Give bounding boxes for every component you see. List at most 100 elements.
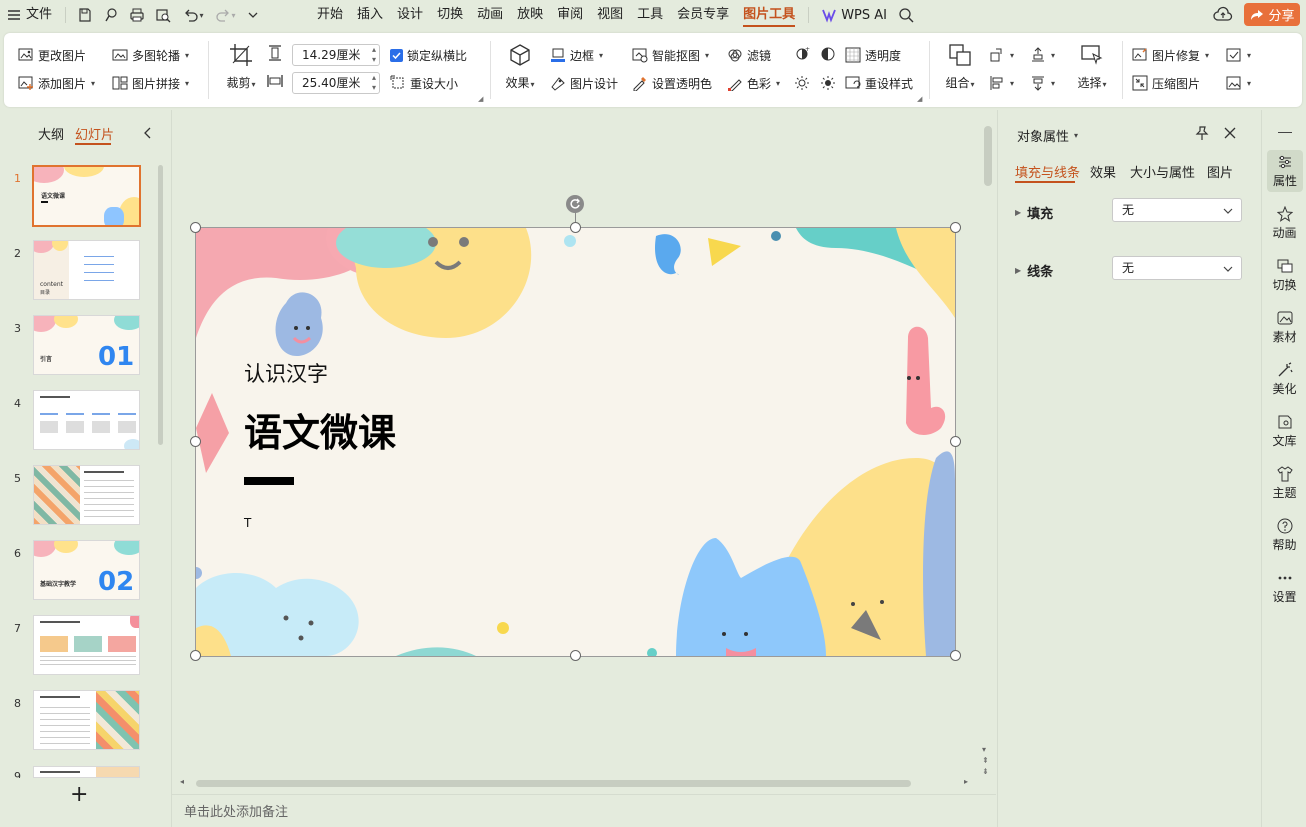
rotate-button[interactable]: ▾ <box>989 44 1014 66</box>
prev-next-slide-icon[interactable]: ▾ ⇞ ⇟ <box>982 744 989 777</box>
style-dialog-launcher-icon[interactable]: ◢ <box>917 95 922 103</box>
dock-settings[interactable]: 设置 <box>1262 570 1306 605</box>
scroll-right-icon[interactable]: ▸ <box>964 777 968 786</box>
line-select[interactable]: 无 <box>1112 256 1242 280</box>
picture-collage-button[interactable]: 图片拼接 ▾ <box>112 72 189 94</box>
add-picture-button[interactable]: 添加图片 ▾ <box>18 72 95 94</box>
size-dialog-launcher-icon[interactable]: ◢ <box>478 95 483 103</box>
format-painter-icon[interactable] <box>98 0 124 30</box>
slide-thumbnail-7[interactable] <box>33 615 140 675</box>
select-button[interactable]: 选择▾ <box>1072 43 1112 91</box>
tab-picture[interactable]: 图片 <box>1207 162 1233 181</box>
brightness-down-icon[interactable] <box>794 75 810 94</box>
slide-thumbnail-8[interactable] <box>33 690 140 750</box>
redo-icon[interactable]: ▾ <box>210 0 240 30</box>
picture-repair-button[interactable]: 图片修复 ▾ <box>1132 44 1209 66</box>
close-pane-icon[interactable] <box>1222 125 1238 144</box>
picture-convert-button[interactable]: ▾ <box>1226 72 1251 94</box>
tab-fill-and-line[interactable]: 填充与线条 <box>1015 162 1080 181</box>
slide-thumbnail-2[interactable]: content 目录 <box>33 240 140 300</box>
slide-thumbnail-3[interactable]: 引言 01 <box>33 315 140 375</box>
tab-animations[interactable]: 动画 <box>470 0 510 30</box>
picture-design-button[interactable]: 图片设计 <box>550 72 618 94</box>
resize-handle-bottom[interactable] <box>570 650 581 661</box>
canvas-vertical-scrollbar[interactable] <box>984 126 992 186</box>
tab-member[interactable]: 会员专享 <box>670 0 736 30</box>
share-button[interactable]: 分享 <box>1244 3 1300 26</box>
collapse-panel-icon[interactable] <box>140 125 156 144</box>
resize-handle-top[interactable] <box>570 222 581 233</box>
line-section-toggle[interactable]: ▶ 线条 <box>1015 261 1053 280</box>
width-input[interactable]: 25.40厘米 ▴ ▾ <box>292 72 380 94</box>
rotate-handle-icon[interactable] <box>566 195 584 213</box>
smart-cutout-button[interactable]: 智能抠图 ▾ <box>632 44 709 66</box>
dock-theme[interactable]: 主题 <box>1262 466 1306 501</box>
save-icon[interactable] <box>72 0 98 30</box>
brightness-up-icon[interactable]: + <box>794 46 810 65</box>
bring-forward-button[interactable]: ▾ <box>1030 44 1055 66</box>
cloud-sync-icon[interactable] <box>1213 5 1233 25</box>
print-preview-icon[interactable] <box>150 0 176 30</box>
wps-ai-button[interactable]: WPS AI <box>815 7 893 23</box>
slide-thumbnail-1[interactable]: 语文微课 <box>32 165 141 227</box>
slide-thumbnail-9[interactable] <box>33 766 140 778</box>
slide-1[interactable]: 认识汉字 语文微课 T <box>196 228 955 656</box>
tab-home[interactable]: 开始 <box>310 0 350 30</box>
minimize-dock-icon[interactable] <box>1278 132 1292 133</box>
notes-area[interactable]: 单击此处添加备注 <box>172 794 996 827</box>
transparency-button[interactable]: 透明度 <box>845 44 901 66</box>
resize-handle-right[interactable] <box>950 436 961 447</box>
scroll-left-icon[interactable]: ◂ <box>180 777 184 786</box>
width-spinner-icon[interactable]: ▴ ▾ <box>372 73 376 93</box>
dock-properties[interactable]: 属性 <box>1267 150 1303 192</box>
file-menu[interactable]: 文件 <box>24 0 59 30</box>
tab-review[interactable]: 审阅 <box>550 0 590 30</box>
resize-handle-bottom-left[interactable] <box>190 650 201 661</box>
brightness-icon[interactable] <box>820 75 836 94</box>
dock-beautify[interactable]: 美化 <box>1262 362 1306 397</box>
tab-outline[interactable]: 大纲 <box>38 124 64 143</box>
tab-insert[interactable]: 插入 <box>350 0 390 30</box>
reset-size-button[interactable]: 重设大小 <box>390 72 458 94</box>
border-button[interactable]: 边框 ▾ <box>550 44 603 66</box>
tab-effects[interactable]: 效果 <box>1090 162 1116 181</box>
slide-thumbnail-5[interactable] <box>33 465 140 525</box>
dock-help[interactable]: 帮助 <box>1262 518 1306 553</box>
reset-style-button[interactable]: 重设样式 <box>845 72 913 94</box>
set-transparent-color-button[interactable]: 设置透明色 <box>632 72 712 94</box>
tab-picture-tools[interactable]: 图片工具 <box>736 0 802 30</box>
color-button[interactable]: 色彩 ▾ <box>727 72 780 94</box>
slide-subtitle[interactable]: 认识汉字 <box>244 358 328 388</box>
filter-button[interactable]: 滤镜 <box>727 44 771 66</box>
thumbnails-scrollbar[interactable] <box>158 165 163 445</box>
multi-carousel-button[interactable]: 多图轮播 ▾ <box>112 44 189 66</box>
tab-slides[interactable]: 幻灯片 <box>75 124 114 143</box>
dock-materials[interactable]: 素材 <box>1262 310 1306 345</box>
fill-section-toggle[interactable]: ▶ 填充 <box>1015 203 1053 222</box>
contrast-icon[interactable] <box>820 46 836 65</box>
text-cursor-placeholder[interactable]: T <box>244 516 251 530</box>
hamburger-menu-icon[interactable] <box>4 0 24 30</box>
dock-transition[interactable]: 切换 <box>1262 258 1306 293</box>
tab-slideshow[interactable]: 放映 <box>510 0 550 30</box>
effects-button[interactable]: 效果▾ <box>500 43 540 91</box>
pane-title-dropdown[interactable]: 对象属性 ▾ <box>1017 126 1078 145</box>
align-button[interactable]: ▾ <box>989 72 1014 94</box>
add-slide-button[interactable]: + <box>70 782 88 807</box>
tab-view[interactable]: 视图 <box>590 0 630 30</box>
fill-select[interactable]: 无 <box>1112 198 1242 222</box>
lock-aspect-checkbox[interactable]: 锁定纵横比 <box>390 44 467 66</box>
picture-check-button[interactable]: ▾ <box>1226 44 1251 66</box>
dock-animation[interactable]: 动画 <box>1262 206 1306 241</box>
resize-handle-bottom-right[interactable] <box>950 650 961 661</box>
slide-title[interactable]: 语文微课 <box>244 402 396 457</box>
send-backward-button[interactable]: ▾ <box>1030 72 1055 94</box>
slide-thumbnail-6[interactable]: 基础汉字教学 02 <box>33 540 140 600</box>
undo-icon[interactable]: ▾ <box>176 0 210 30</box>
tab-tools[interactable]: 工具 <box>630 0 670 30</box>
height-spinner-icon[interactable]: ▴ ▾ <box>372 45 376 65</box>
resize-handle-top-left[interactable] <box>190 222 201 233</box>
compress-picture-button[interactable]: 压缩图片 <box>1132 72 1200 94</box>
quick-access-more-icon[interactable] <box>240 0 266 30</box>
tab-size-and-properties[interactable]: 大小与属性 <box>1130 162 1195 181</box>
